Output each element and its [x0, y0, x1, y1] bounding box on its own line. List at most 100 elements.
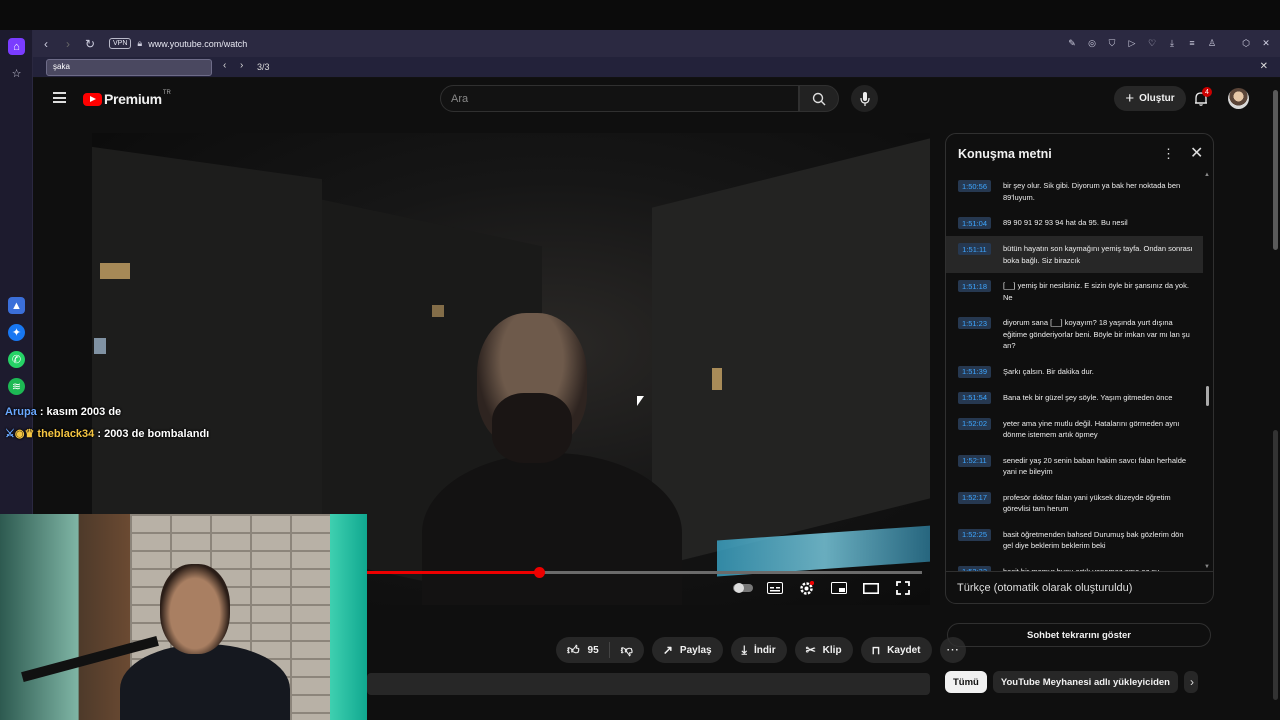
camera-icon[interactable]: ◎	[1084, 34, 1100, 52]
scissors-icon: ✂	[805, 643, 816, 657]
segment-timestamp[interactable]: 1:51:11	[958, 243, 991, 255]
segment-timestamp[interactable]: 1:50:56	[958, 180, 991, 192]
screen: ⌂ ☆ ▲ ✦ ✆ ≋ ‹ › ↻ VPN 🔒︎ www.youtube.com…	[0, 0, 1280, 720]
share-label: Paylaş	[679, 644, 712, 656]
address-bar[interactable]: www.youtube.com/watch	[148, 39, 247, 49]
segment-timestamp[interactable]: 1:52:25	[958, 528, 991, 541]
segment-timestamp[interactable]: 1:51:54	[958, 391, 991, 404]
page-scrollbar-thumb[interactable]	[1273, 90, 1278, 250]
transcript-segment[interactable]: 1:52:32basit bir memur bunu artık yapama…	[946, 559, 1203, 571]
transcript-list[interactable]: 1:50:56 bir şey olur. Sik gibi. Diyorum y…	[946, 173, 1203, 571]
search-button[interactable]	[799, 85, 839, 112]
shield-icon[interactable]: ⛉	[1104, 34, 1120, 52]
video-actions: 👍︎ 95 👎︎ ↗ Paylaş ⤓ İndir ✂ Klip ⊓ Kayde…	[556, 637, 966, 663]
clip-button[interactable]: ✂ Klip	[794, 637, 853, 663]
find-input[interactable]: şaka	[46, 59, 212, 76]
back-icon[interactable]: ‹	[35, 34, 57, 54]
heart-icon[interactable]: ♡	[1144, 34, 1160, 52]
transcript-segment[interactable]: 1:51:11 bütün hayatın son kaymağını yemiş…	[946, 236, 1203, 273]
edit-icon[interactable]: ✎	[1064, 34, 1080, 52]
theater-mode-icon[interactable]	[860, 580, 881, 596]
transcript-language-selector[interactable]: Türkçe (otomatik olarak oluşturuldu)	[957, 582, 1132, 594]
transcript-segment[interactable]: 1:52:25 basit öğretmenden bahsed Durumuş …	[946, 522, 1203, 559]
app-icon[interactable]: ▲	[8, 297, 25, 314]
menu-icon[interactable]: ≡	[1184, 34, 1200, 52]
overlay-chat-message: ⚔◉♛ theblack34 : 2003 de bombalandı	[5, 427, 209, 440]
whatsapp-icon[interactable]: ✆	[8, 351, 25, 368]
segment-timestamp[interactable]: 1:51:23	[958, 317, 991, 329]
transcript-segment[interactable]: 1:51:04 89 90 91 92 93 94 hat da 95. Bu n…	[946, 210, 1203, 236]
download-button[interactable]: ⤓ İndir	[730, 637, 787, 663]
play-icon[interactable]: ▷	[1124, 34, 1140, 52]
voice-search-button[interactable]	[851, 85, 878, 112]
person-beard	[492, 393, 572, 463]
bookmark-icon: ⊓	[871, 644, 881, 657]
logo-region: TR	[162, 90, 171, 96]
share-button[interactable]: ↗ Paylaş	[651, 637, 723, 663]
transcript-segment[interactable]: 1:52:02 yeter ama yine mutlu değil. Hatal…	[946, 411, 1203, 448]
segment-timestamp[interactable]: 1:51:04	[958, 217, 991, 229]
segment-timestamp[interactable]: 1:51:39	[958, 365, 991, 378]
transcript-segment[interactable]: 1:51:39 Şarkı çalsın. Bir dakika dur.	[946, 359, 1203, 385]
scroll-down-icon[interactable]: ▼	[1204, 564, 1210, 570]
account-avatar[interactable]	[1228, 88, 1249, 109]
profile-icon[interactable]: ♙	[1204, 34, 1220, 52]
segment-timestamp[interactable]: 1:52:17	[958, 491, 991, 504]
segment-timestamp[interactable]: 1:52:11	[958, 454, 991, 467]
download-icon[interactable]: ⤓	[1164, 34, 1180, 52]
show-chat-replay-button[interactable]: Sohbet tekrarını göster	[947, 623, 1211, 647]
video-progress-knob[interactable]	[534, 567, 546, 578]
segment-text: diyorum sana [__] koyayım? 18 yaşında yu…	[1003, 318, 1190, 350]
transcript-scrollbar[interactable]	[1206, 386, 1209, 406]
chip-all[interactable]: Tümü	[945, 671, 987, 693]
miniplayer-icon[interactable]	[828, 580, 849, 596]
create-label: Oluştur	[1139, 93, 1175, 104]
youtube-header: Premium TR Ara + Oluştur 4	[33, 78, 1272, 120]
video-description-bar[interactable]	[367, 673, 930, 695]
transcript-close-icon[interactable]: ✕	[1190, 143, 1203, 163]
autoplay-toggle-icon[interactable]	[732, 580, 753, 596]
messenger-icon[interactable]: ✦	[8, 324, 25, 341]
like-button[interactable]: 👍︎ 95	[567, 642, 610, 658]
settings-icon[interactable]	[796, 580, 817, 596]
page-scrollbar-lower	[1273, 430, 1278, 700]
transcript-segment[interactable]: 1:50:56 bir şey olur. Sik gibi. Diyorum y…	[946, 173, 1203, 210]
spotify-icon[interactable]: ≋	[8, 378, 25, 395]
top-strip	[0, 0, 1280, 30]
video-progress-bar[interactable]	[367, 567, 922, 578]
dislike-button[interactable]: 👎︎	[610, 643, 644, 658]
transcript-menu-icon[interactable]: ⋮	[1162, 146, 1175, 162]
transcript-segment[interactable]: 1:51:18 [__] yemiş bir nesilsiniz. E sizi…	[946, 273, 1203, 310]
fullscreen-icon[interactable]	[892, 580, 913, 596]
chips-next-icon[interactable]: ›	[1190, 675, 1194, 689]
subtitles-icon[interactable]	[764, 580, 785, 596]
transcript-segment[interactable]: 1:52:17 profesör doktor falan yani yüksek…	[946, 485, 1203, 522]
segment-timestamp[interactable]: 1:52:02	[958, 417, 991, 430]
star-icon[interactable]: ☆	[8, 65, 25, 82]
chip-from-uploader[interactable]: YouTube Meyhanesi adlı yükleyiciden	[992, 671, 1178, 693]
find-next-icon[interactable]: ›	[240, 60, 243, 71]
forward-icon[interactable]: ›	[57, 34, 79, 54]
find-count: 3/3	[257, 62, 270, 72]
transcript-segment[interactable]: 1:51:54 Bana tek bir güzel şey söyle. Yaş…	[946, 385, 1203, 411]
transcript-segment[interactable]: 1:52:11 senedir yaş 20 senin baban hakim …	[946, 448, 1203, 485]
segment-text: yeter ama yine mutlu değil. Hatalarını g…	[1003, 418, 1180, 440]
youtube-logo[interactable]: Premium TR	[83, 90, 171, 107]
notifications-button[interactable]: 4	[1190, 87, 1212, 110]
chat-username: theblack34	[37, 428, 95, 440]
extension-icon[interactable]: ⬡	[1238, 34, 1254, 52]
segment-timestamp[interactable]: 1:51:18	[958, 280, 991, 292]
home-icon[interactable]: ⌂	[8, 38, 25, 55]
transcript-segment[interactable]: 1:51:23 diyorum sana [__] koyayım? 18 yaş…	[946, 310, 1203, 359]
save-button[interactable]: ⊓ Kaydet	[860, 637, 932, 663]
search-input[interactable]: Ara	[440, 85, 799, 112]
vpn-badge[interactable]: VPN	[109, 38, 132, 49]
find-prev-icon[interactable]: ‹	[223, 60, 226, 71]
hamburger-menu-icon[interactable]	[53, 92, 66, 103]
building-right	[652, 138, 930, 568]
close-tab-icon[interactable]: ✕	[1258, 34, 1274, 52]
find-close-icon[interactable]: ✕	[1260, 61, 1268, 72]
reload-icon[interactable]: ↻	[79, 34, 101, 54]
scroll-up-icon[interactable]: ▲	[1204, 172, 1210, 178]
create-button[interactable]: + Oluştur	[1114, 86, 1186, 111]
